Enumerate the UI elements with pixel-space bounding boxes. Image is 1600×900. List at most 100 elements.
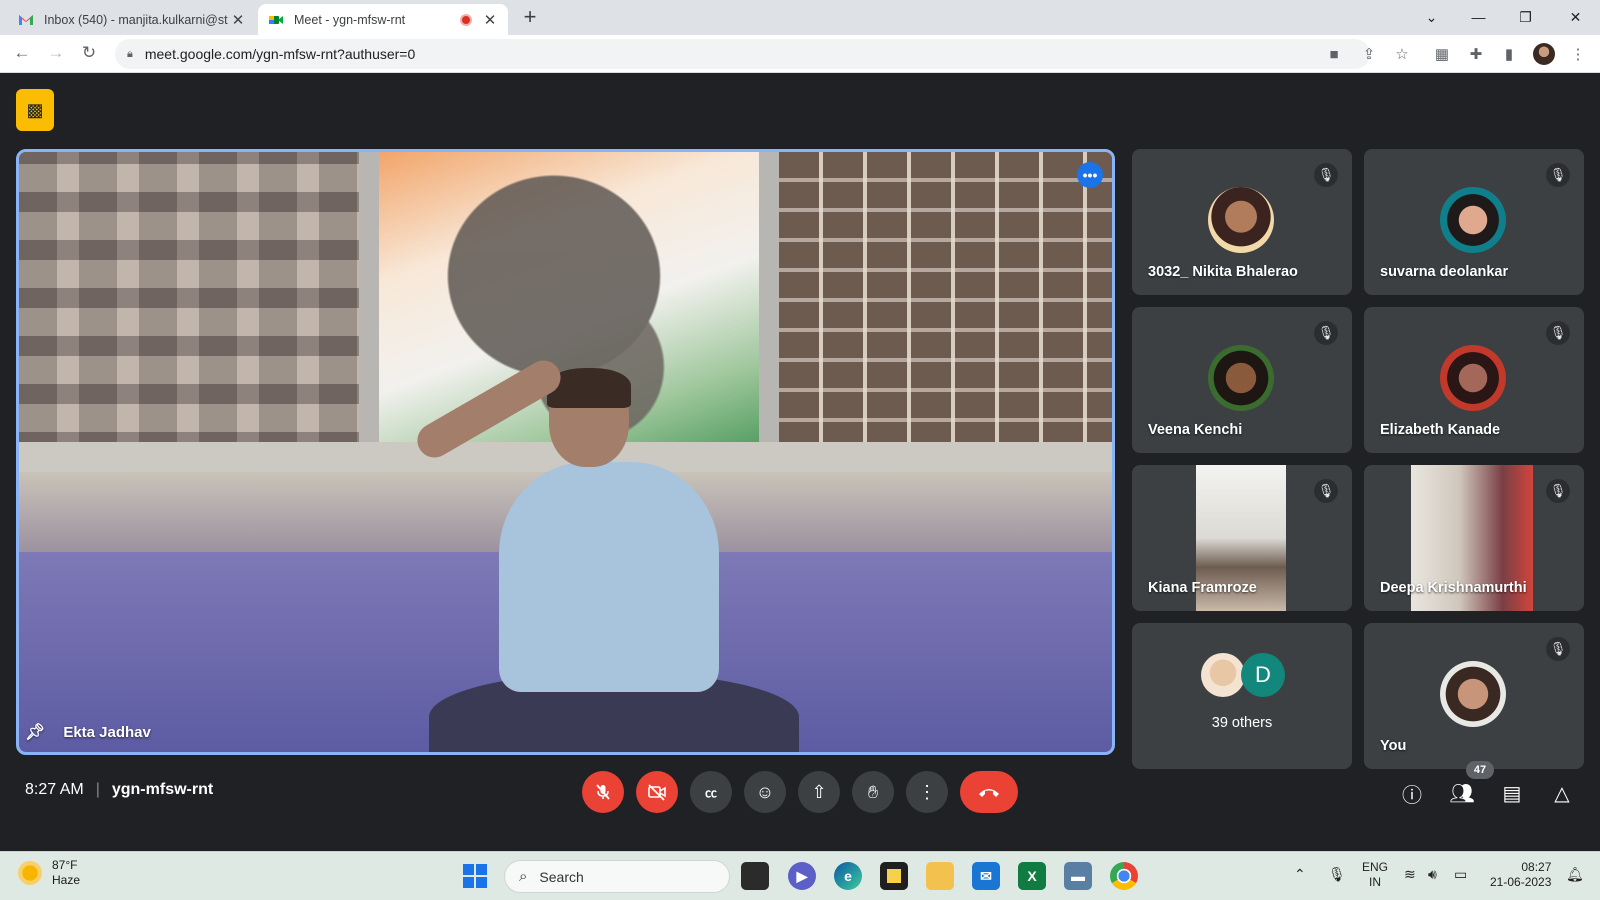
meeting-info: 8:27 AM | ygn-mfsw-rnt: [25, 781, 213, 799]
avatar: [1208, 187, 1274, 253]
bookmark-star-icon[interactable]: ☆: [1392, 44, 1412, 64]
back-icon[interactable]: ←: [10, 43, 34, 63]
more-options-icon[interactable]: •••: [1077, 162, 1103, 188]
participant-tile[interactable]: 🎙︎ Kiana Framroze: [1132, 465, 1352, 611]
battery-icon[interactable]: ▭: [1454, 866, 1467, 883]
close-tab-icon[interactable]: ✕: [230, 11, 246, 29]
participant-name: suvarna deolankar: [1380, 264, 1509, 280]
chrome-icon[interactable]: [1110, 862, 1138, 890]
avatar: [1440, 345, 1506, 411]
lang-top: ENG: [1362, 860, 1389, 874]
tray-overflow-icon[interactable]: ⌃: [1294, 866, 1306, 883]
side-panel-icon[interactable]: ▮: [1499, 44, 1519, 64]
participant-tile[interactable]: 🎙︎ 3032_ Nikita Bhalerao: [1132, 149, 1352, 295]
browser-toolbar: ← → ↻ 🔒︎ meet.google.com/ygn-mfsw-rnt?au…: [0, 35, 1600, 73]
camera-icon[interactable]: ■: [1324, 44, 1344, 64]
leave-call-button[interactable]: [960, 771, 1018, 813]
mail-icon[interactable]: ✉: [972, 862, 1000, 890]
main-speaker-label: 📌︎ Ekta Jadhav: [25, 722, 151, 742]
teams-chat-icon[interactable]: ▶: [788, 862, 816, 890]
gmail-icon: [18, 12, 34, 28]
pin-icon[interactable]: 📌︎: [25, 722, 45, 742]
people-icon[interactable]: 👥︎: [1448, 779, 1476, 807]
captions-button[interactable]: ㏄: [690, 771, 732, 813]
extensions-puzzle-icon[interactable]: ✚: [1466, 44, 1486, 64]
tab-search-icon[interactable]: ⌄: [1408, 0, 1455, 34]
mic-off-icon: 🎙︎: [1314, 321, 1338, 345]
mic-off-icon: 🎙︎: [1546, 163, 1570, 187]
system-clock[interactable]: 08:27 21-06-2023: [1490, 860, 1551, 890]
main-video-tile[interactable]: ••• 📌︎ Ekta Jadhav: [16, 149, 1115, 755]
maximize-button[interactable]: ❐: [1502, 0, 1549, 34]
forward-icon[interactable]: →: [44, 43, 68, 63]
new-tab-button[interactable]: +: [518, 4, 542, 30]
browser-tab-strip: Inbox (540) - manjita.kulkarni@st ✕ Meet…: [0, 0, 1600, 35]
more-options-button[interactable]: ⋮: [906, 771, 948, 813]
raise-hand-button[interactable]: ✋︎: [852, 771, 894, 813]
video-background-right-overlay: [779, 152, 1112, 452]
volume-icon[interactable]: 🔊︎: [1428, 866, 1437, 883]
close-window-button[interactable]: ✕: [1552, 0, 1599, 34]
sticky-notes-icon[interactable]: [880, 862, 908, 890]
url-text: meet.google.com/ygn-mfsw-rnt?authuser=0: [144, 46, 416, 62]
lock-icon: 🔒︎: [127, 47, 133, 60]
tab-meet[interactable]: Meet - ygn-mfsw-rnt ✕: [258, 4, 508, 35]
input-language[interactable]: ENG IN: [1362, 860, 1388, 890]
reactions-button[interactable]: ☺: [744, 771, 786, 813]
tab-gmail[interactable]: Inbox (540) - manjita.kulkarni@st ✕: [8, 4, 256, 35]
info-separator: |: [95, 781, 100, 798]
mic-off-icon: 🎙︎: [1546, 479, 1570, 503]
activities-icon[interactable]: △: [1548, 779, 1576, 807]
captions-icon: ㏄: [704, 785, 717, 800]
close-tab-icon[interactable]: ✕: [482, 11, 498, 29]
extension-translate-icon[interactable]: ▦: [1432, 44, 1452, 64]
meeting-details-icon[interactable]: ⓘ: [1398, 779, 1426, 807]
camera-off-icon: [648, 784, 666, 801]
present-button[interactable]: ⇧: [798, 771, 840, 813]
recording-status-icon[interactable]: ▩: [16, 89, 54, 131]
windows-taskbar: 87°F Haze ⌕ Search ▶ e ✉ X ▬ ⌃ 🎙︎ ENG IN…: [0, 851, 1600, 900]
chrome-menu-icon[interactable]: ⋮: [1568, 44, 1588, 64]
reload-icon[interactable]: ↻: [77, 43, 101, 63]
participant-tile[interactable]: 🎙︎ Deepa Krishnamurthi: [1364, 465, 1584, 611]
file-explorer-icon[interactable]: [926, 862, 954, 890]
avatar-letter: D: [1241, 653, 1285, 697]
camera-toggle-button[interactable]: [636, 771, 678, 813]
avatar: [1201, 653, 1245, 697]
participant-name: 3032_ Nikita Bhalerao: [1148, 264, 1298, 280]
address-bar[interactable]: 🔒︎ meet.google.com/ygn-mfsw-rnt?authuser…: [115, 39, 1370, 69]
participant-name: Deepa Krishnamurthi: [1380, 580, 1527, 596]
minimize-button[interactable]: —: [1455, 0, 1502, 34]
participant-tile[interactable]: 🎙︎ suvarna deolankar: [1364, 149, 1584, 295]
edge-icon[interactable]: e: [834, 862, 862, 890]
figure-body: [499, 462, 719, 692]
windows-start-icon[interactable]: [463, 864, 487, 888]
notification-icon[interactable]: 🔔︎: [1566, 866, 1584, 883]
participant-tile[interactable]: 🎙︎ Veena Kenchi: [1132, 307, 1352, 453]
search-placeholder: Search: [539, 868, 584, 885]
participant-tile[interactable]: 🎙︎ Elizabeth Kanade: [1364, 307, 1584, 453]
weather-temp: 87°F: [52, 858, 78, 872]
hang-up-icon: [979, 789, 999, 797]
microphone-icon[interactable]: 🎙︎: [1328, 866, 1346, 883]
tab-title: Inbox (540) - manjita.kulkarni@st: [44, 12, 228, 27]
self-tile[interactable]: 🎙︎ You: [1364, 623, 1584, 769]
chat-icon[interactable]: ▤: [1498, 779, 1526, 807]
speaker-video-figure: [411, 354, 799, 752]
mic-off-icon: [596, 784, 610, 800]
app-window-icon[interactable]: ▬: [1064, 862, 1092, 890]
mic-toggle-button[interactable]: [582, 771, 624, 813]
profile-avatar[interactable]: [1533, 43, 1555, 65]
excel-icon[interactable]: X: [1018, 862, 1046, 890]
wifi-icon[interactable]: ≋: [1404, 866, 1416, 883]
clock-date: 21-06-2023: [1490, 875, 1552, 889]
others-tile[interactable]: D 39 others: [1132, 623, 1352, 769]
participant-name: You: [1380, 738, 1407, 754]
main-speaker-name: Ekta Jadhav: [63, 723, 151, 741]
weather-widget[interactable]: 87°F Haze: [18, 858, 80, 888]
task-view-icon[interactable]: [741, 862, 769, 890]
share-icon[interactable]: ⇪: [1359, 44, 1379, 64]
lang-bottom: IN: [1369, 875, 1381, 889]
taskbar-search[interactable]: ⌕ Search: [504, 860, 730, 893]
video-background-overlay: [19, 152, 359, 452]
